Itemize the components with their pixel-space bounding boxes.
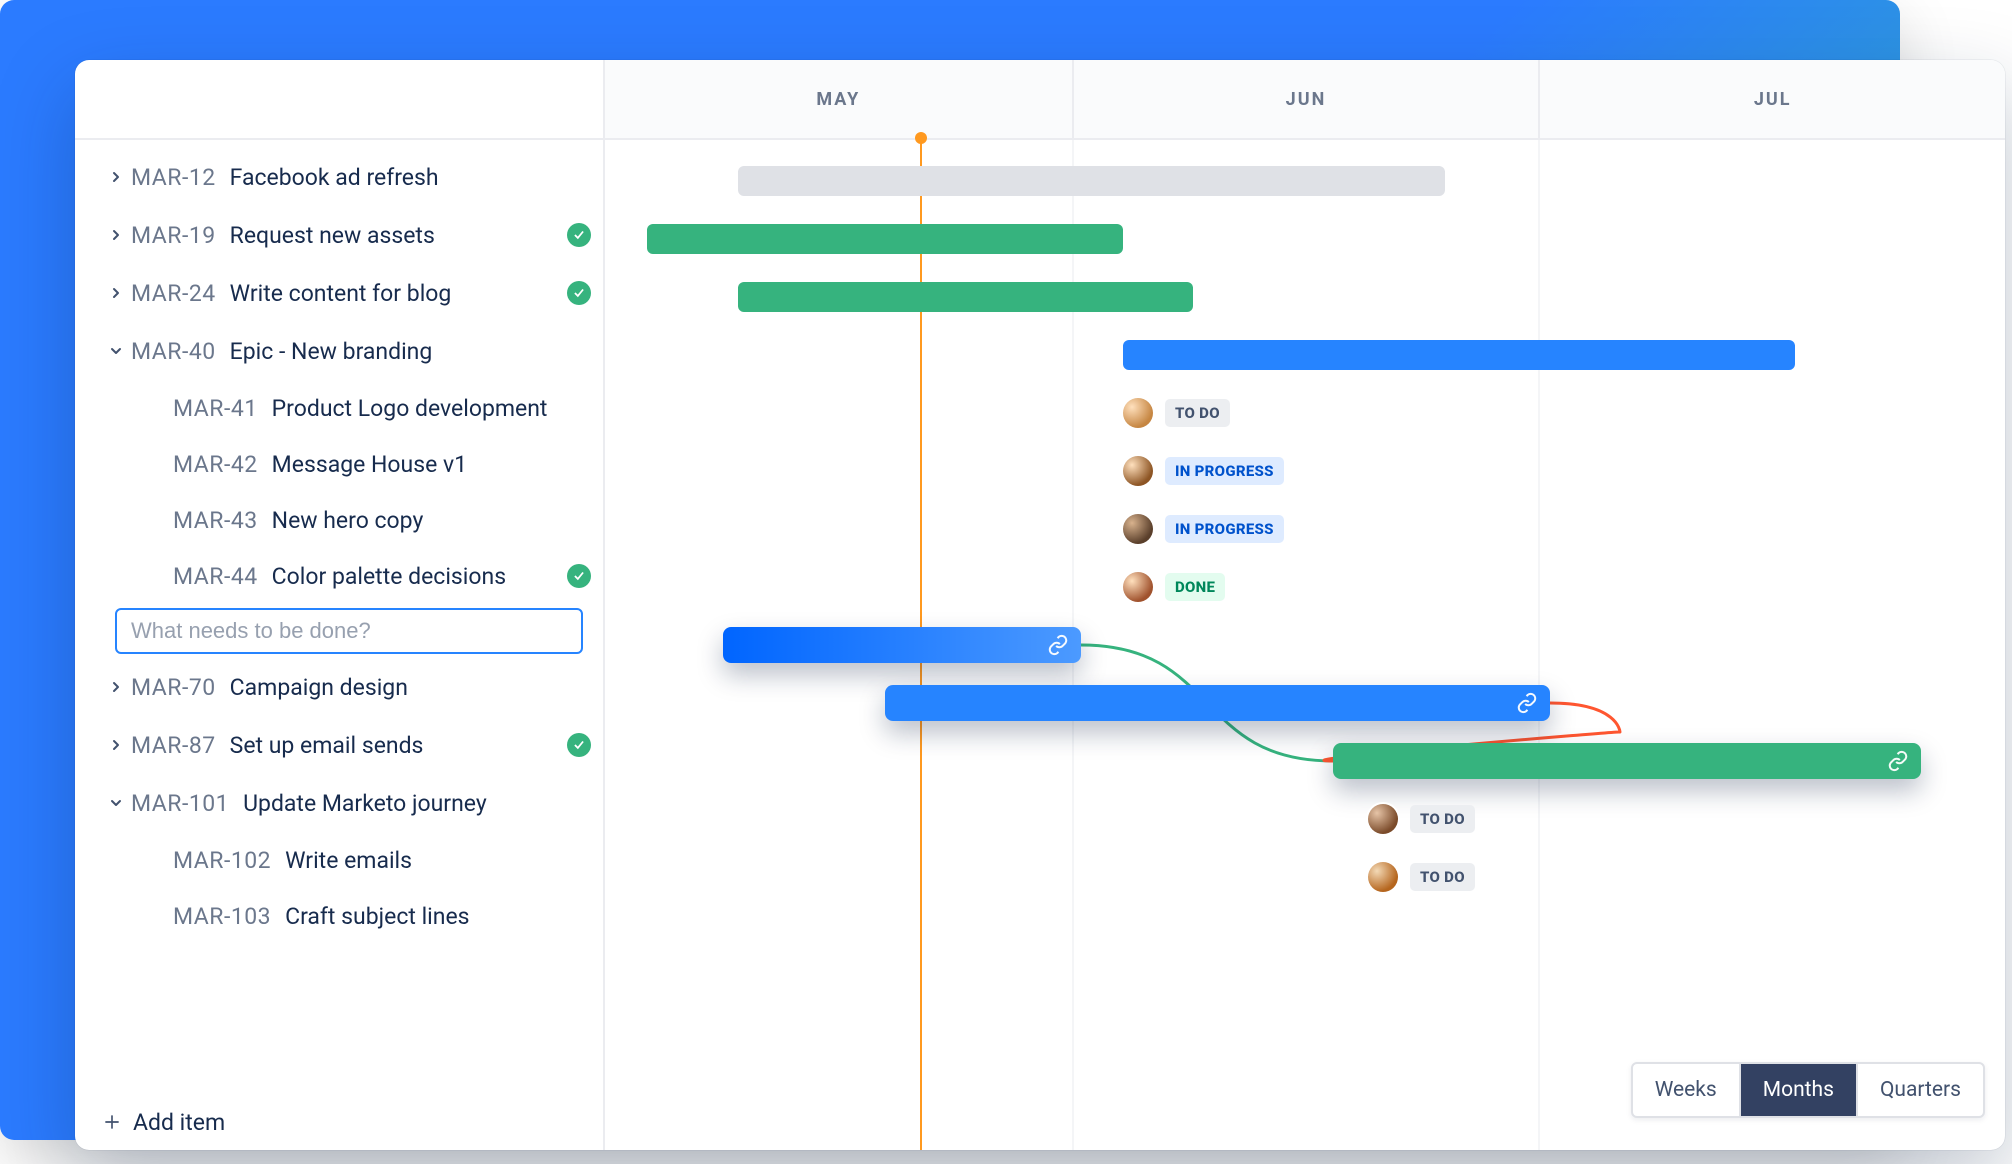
done-check-icon: [567, 564, 591, 588]
issue-row[interactable]: MAR-87 Set up email sends: [75, 716, 603, 774]
issue-row-child[interactable]: MAR-43 New hero copy: [75, 492, 603, 548]
issue-key: MAR-87: [131, 732, 216, 759]
issue-row-child[interactable]: MAR-44 Color palette decisions: [75, 548, 603, 604]
issue-row-child[interactable]: MAR-103 Craft subject lines: [75, 888, 603, 944]
issue-key: MAR-44: [173, 563, 258, 590]
roadmap-panel: MAR-12 Facebook ad refresh MAR-19 Request n…: [75, 60, 2005, 1150]
timeline-bar[interactable]: [1123, 340, 1795, 370]
status-badge[interactable]: TO DO: [1165, 399, 1230, 427]
plus-icon: [97, 1112, 127, 1132]
chevron-down-icon[interactable]: [101, 343, 131, 359]
issue-key: MAR-103: [173, 903, 271, 930]
issue-key: MAR-102: [173, 847, 271, 874]
chevron-right-icon[interactable]: [101, 679, 131, 695]
timeline-header: MAYJUNJUL: [605, 60, 2005, 140]
issue-row-child[interactable]: MAR-42 Message House v1: [75, 436, 603, 492]
scale-option-quarters[interactable]: Quarters: [1856, 1064, 1983, 1116]
task-assignment: TO DO: [1123, 398, 1230, 428]
avatar[interactable]: [1368, 862, 1398, 892]
issue-row-child[interactable]: MAR-102 Write emails: [75, 832, 603, 888]
task-assignment: DONE: [1123, 572, 1225, 602]
month-column: MAY: [605, 60, 1072, 138]
status-badge[interactable]: IN PROGRESS: [1165, 457, 1284, 485]
issue-key: MAR-19: [131, 222, 216, 249]
avatar[interactable]: [1123, 456, 1153, 486]
link-icon: [1516, 692, 1538, 714]
chevron-right-icon[interactable]: [101, 169, 131, 185]
task-assignment: TO DO: [1368, 862, 1475, 892]
link-icon: [1887, 750, 1909, 772]
new-issue-input[interactable]: [115, 608, 583, 654]
issue-row[interactable]: MAR-70 Campaign design: [75, 658, 603, 716]
issue-list: MAR-12 Facebook ad refresh MAR-19 Request n…: [75, 140, 603, 1094]
link-icon: [1047, 634, 1069, 656]
issue-row[interactable]: MAR-19 Request new assets: [75, 206, 603, 264]
timeline-bar[interactable]: [647, 224, 1123, 254]
issue-title: Campaign design: [230, 674, 408, 701]
timeline-body[interactable]: TO DO IN PROGRESS IN PROGRESS DONE TO DO TO D…: [605, 140, 2005, 1150]
issue-row[interactable]: MAR-40 Epic - New branding: [75, 322, 603, 380]
issue-title: Request new assets: [230, 222, 435, 249]
issue-title: Update Marketo journey: [243, 790, 487, 817]
issue-key: MAR-42: [173, 451, 258, 478]
issue-key: MAR-70: [131, 674, 216, 701]
issue-title: New hero copy: [272, 507, 424, 534]
done-check-icon: [567, 281, 591, 305]
timeline: MAYJUNJUL TO DO IN PROGRESS IN PROGRESS DON…: [605, 60, 2005, 1150]
issue-key: MAR-41: [173, 395, 258, 422]
issue-title: Product Logo development: [272, 395, 548, 422]
issue-key: MAR-43: [173, 507, 258, 534]
task-assignment: IN PROGRESS: [1123, 514, 1284, 544]
timeline-bar[interactable]: [1333, 743, 1921, 779]
issue-row[interactable]: MAR-12 Facebook ad refresh: [75, 148, 603, 206]
status-badge[interactable]: DONE: [1165, 573, 1225, 601]
avatar[interactable]: [1123, 514, 1153, 544]
issue-title: Facebook ad refresh: [230, 164, 439, 191]
issue-title: Craft subject lines: [285, 903, 469, 930]
done-check-icon: [567, 733, 591, 757]
add-item-button[interactable]: Add item: [75, 1094, 603, 1150]
issue-key: MAR-12: [131, 164, 216, 191]
sidebar-header: [75, 60, 603, 140]
issue-title: Write content for blog: [230, 280, 452, 307]
status-badge[interactable]: TO DO: [1410, 863, 1475, 891]
task-assignment: IN PROGRESS: [1123, 456, 1284, 486]
timeline-bar[interactable]: [723, 627, 1081, 663]
issue-row[interactable]: MAR-24 Write content for blog: [75, 264, 603, 322]
scale-option-weeks[interactable]: Weeks: [1633, 1064, 1739, 1116]
add-item-label: Add item: [133, 1109, 225, 1136]
issue-row[interactable]: MAR-101 Update Marketo journey: [75, 774, 603, 832]
chevron-right-icon[interactable]: [101, 227, 131, 243]
chevron-right-icon[interactable]: [101, 285, 131, 301]
gridline: [1538, 140, 1540, 1150]
issue-title: Epic - New branding: [230, 338, 433, 365]
scale-switch: WeeksMonthsQuarters: [1631, 1062, 1985, 1118]
month-column: JUL: [1538, 60, 2005, 138]
timeline-bar[interactable]: [738, 166, 1445, 196]
issue-title: Set up email sends: [230, 732, 424, 759]
month-column: JUN: [1072, 60, 1539, 138]
task-assignment: TO DO: [1368, 804, 1475, 834]
avatar[interactable]: [1123, 398, 1153, 428]
status-badge[interactable]: IN PROGRESS: [1165, 515, 1284, 543]
new-issue-row: [75, 604, 603, 658]
avatar[interactable]: [1368, 804, 1398, 834]
issue-sidebar: MAR-12 Facebook ad refresh MAR-19 Request n…: [75, 60, 605, 1150]
issue-title: Message House v1: [272, 451, 467, 478]
status-badge[interactable]: TO DO: [1410, 805, 1475, 833]
timeline-bar[interactable]: [885, 685, 1550, 721]
scale-option-months[interactable]: Months: [1739, 1064, 1856, 1116]
issue-title: Color palette decisions: [272, 563, 506, 590]
chevron-right-icon[interactable]: [101, 737, 131, 753]
chevron-down-icon[interactable]: [101, 795, 131, 811]
timeline-bar[interactable]: [738, 282, 1193, 312]
issue-row-child[interactable]: MAR-41 Product Logo development: [75, 380, 603, 436]
issue-key: MAR-101: [131, 790, 229, 817]
issue-title: Write emails: [285, 847, 412, 874]
issue-key: MAR-24: [131, 280, 216, 307]
issue-key: MAR-40: [131, 338, 216, 365]
avatar[interactable]: [1123, 572, 1153, 602]
done-check-icon: [567, 223, 591, 247]
